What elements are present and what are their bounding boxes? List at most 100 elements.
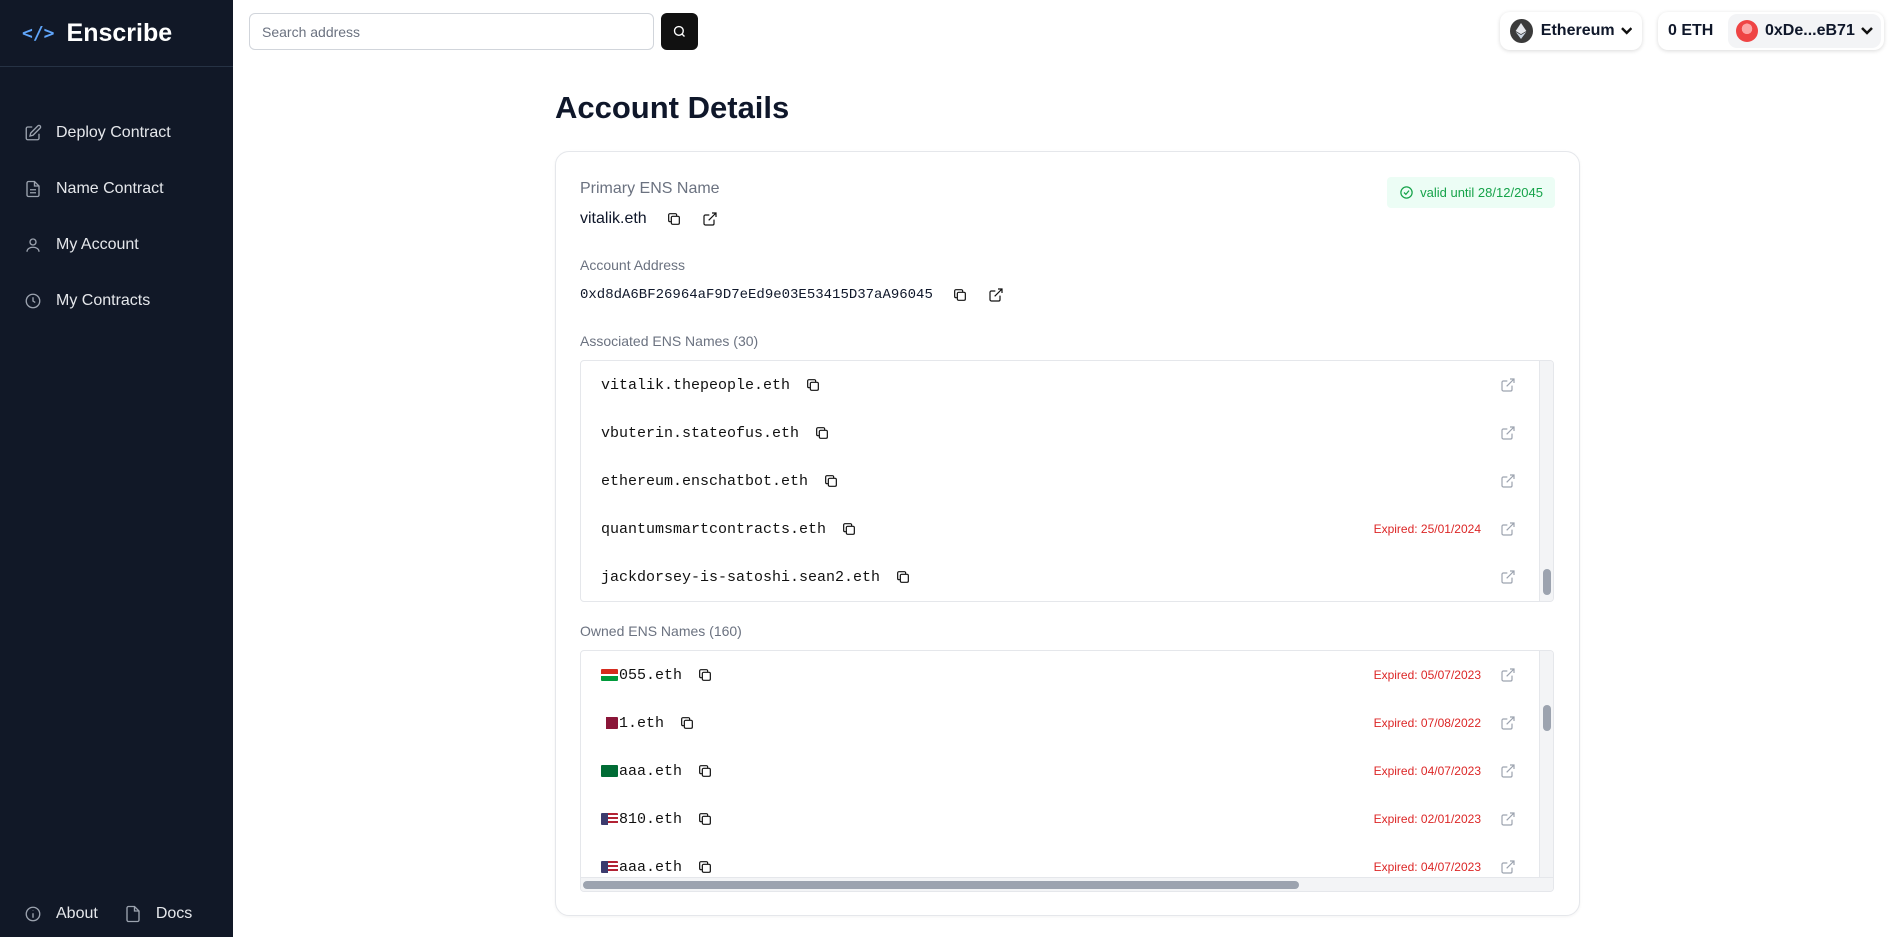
ens-name: quantumsmartcontracts.eth [601, 520, 827, 538]
check-circle-icon [1400, 186, 1413, 199]
primary-ens-name: vitalik.eth [580, 210, 647, 227]
external-link-icon[interactable] [1499, 568, 1517, 586]
sidebar-footer: About Docs [24, 905, 192, 923]
oman-flag-icon [601, 669, 618, 681]
document-icon [26, 180, 40, 198]
code-icon: </> [22, 22, 55, 44]
external-link-icon[interactable] [1499, 714, 1517, 732]
user-icon [26, 238, 40, 252]
external-link-icon[interactable] [1499, 858, 1517, 876]
wallet-widget[interactable]: 0 ETH 0xDe...eB71 [1658, 12, 1884, 50]
ens-name: jackdorsey-is-satoshi.sean2.eth [601, 568, 881, 586]
wallet-balance: 0 ETH [1668, 22, 1714, 39]
associated-ens-list[interactable]: vitalik.thepeople.eth vbuterin.stateofus… [580, 360, 1554, 602]
external-link-icon[interactable] [1499, 376, 1517, 394]
ethereum-icon [1510, 19, 1533, 43]
ens-name: 1.eth [619, 714, 665, 732]
about-label: About [56, 905, 98, 922]
list-item: vitalik.thepeople.eth [581, 361, 1553, 409]
wallet-address: 0xDe...eB71 [1765, 22, 1855, 39]
sidebar-nav: Deploy Contract Name Contract My Account… [0, 67, 233, 329]
search-icon [673, 25, 685, 37]
chevron-down-icon [1620, 27, 1632, 35]
about-link[interactable]: About [24, 905, 98, 923]
ens-name: aaa.eth [619, 762, 683, 780]
scrollbar-thumb[interactable] [1543, 705, 1551, 731]
copy-icon[interactable] [696, 762, 714, 780]
search-button[interactable] [661, 13, 698, 50]
usa-flag-icon [601, 813, 618, 825]
info-icon [25, 906, 41, 922]
scrollbar-thumb[interactable] [583, 881, 1299, 889]
saudi-flag-icon [601, 765, 618, 777]
copy-icon[interactable] [696, 858, 714, 876]
docs-link[interactable]: Docs [124, 905, 192, 923]
scrollbar-thumb[interactable] [1543, 569, 1551, 595]
expired-label: Expired: 25/01/2024 [1373, 522, 1481, 536]
sidebar-item-deploy-contract[interactable]: Deploy Contract [0, 105, 233, 161]
external-link-icon[interactable] [1499, 666, 1517, 684]
account-details-card: Primary ENS Name valid until 28/12/2045 … [555, 151, 1580, 916]
account-button[interactable]: 0xDe...eB71 [1728, 14, 1881, 48]
sidebar-item-name-contract[interactable]: Name Contract [0, 161, 233, 217]
external-link-icon[interactable] [701, 210, 719, 228]
edit-icon [25, 124, 42, 141]
app-name: Enscribe [66, 18, 173, 47]
sidebar: </> Enscribe Deploy Contract Name Contra… [0, 0, 233, 937]
external-link-icon[interactable] [1499, 762, 1517, 780]
list-item: 810.eth Expired: 02/01/2023 [581, 795, 1553, 843]
ens-name: 810.eth [619, 810, 683, 828]
copy-icon[interactable] [840, 520, 858, 538]
account-address-row: 0xd8dA6BF26964aF9D7eEd9e03E53415D37aA960… [580, 286, 1005, 304]
list-item: vbuterin.stateofus.eth [581, 409, 1553, 457]
copy-icon[interactable] [894, 568, 912, 586]
docs-label: Docs [155, 905, 193, 922]
expired-label: Expired: 04/07/2023 [1373, 764, 1481, 778]
ens-name: aaa.eth [619, 858, 683, 876]
brand[interactable]: </> Enscribe [0, 0, 233, 67]
list-item: jackdorsey-is-satoshi.sean2.eth [581, 553, 1553, 601]
network-selector[interactable]: Ethereum [1500, 12, 1642, 50]
external-link-icon[interactable] [1499, 424, 1517, 442]
external-link-icon[interactable] [1499, 810, 1517, 828]
associated-ens-label: Associated ENS Names (30) [580, 333, 759, 349]
vertical-scrollbar[interactable] [1539, 361, 1553, 601]
expired-label: Expired: 02/01/2023 [1373, 812, 1481, 826]
network-name: Ethereum [1540, 22, 1615, 39]
copy-icon[interactable] [696, 810, 714, 828]
ens-name: 055.eth [619, 666, 683, 684]
sidebar-item-label: My Account [56, 236, 139, 253]
sidebar-item-label: My Contracts [56, 292, 151, 309]
copy-icon[interactable] [822, 472, 840, 490]
copy-icon[interactable] [951, 286, 969, 304]
list-item: 055.eth Expired: 05/07/2023 [581, 651, 1553, 699]
list-item: ethereum.enschatbot.eth [581, 457, 1553, 505]
status-badge: valid until 28/12/2045 [1387, 177, 1555, 208]
expired-label: Expired: 04/07/2023 [1373, 860, 1481, 874]
external-link-icon[interactable] [987, 286, 1005, 304]
account-address: 0xd8dA6BF26964aF9D7eEd9e03E53415D37aA960… [580, 287, 933, 303]
expired-label: Expired: 07/08/2022 [1373, 716, 1481, 730]
ens-name: vbuterin.stateofus.eth [601, 424, 800, 442]
copy-icon[interactable] [804, 376, 822, 394]
chevron-down-icon [1860, 27, 1873, 35]
copy-icon[interactable] [813, 424, 831, 442]
sidebar-item-label: Deploy Contract [56, 124, 171, 141]
owned-ens-label: Owned ENS Names (160) [580, 623, 742, 639]
list-item: aaa.eth Expired: 04/07/2023 [581, 747, 1553, 795]
sidebar-item-my-account[interactable]: My Account [0, 217, 233, 273]
primary-ens-label: Primary ENS Name [580, 180, 720, 197]
external-link-icon[interactable] [1499, 472, 1517, 490]
owned-ens-list[interactable]: 055.eth Expired: 05/07/2023 1.eth Expire… [580, 650, 1554, 892]
horizontal-scrollbar[interactable] [581, 877, 1553, 891]
qatar-flag-icon [601, 717, 618, 729]
external-link-icon[interactable] [1499, 520, 1517, 538]
sidebar-item-my-contracts[interactable]: My Contracts [0, 273, 233, 329]
expired-label: Expired: 05/07/2023 [1373, 668, 1481, 682]
primary-ens-row: vitalik.eth [580, 210, 719, 228]
copy-icon[interactable] [696, 666, 714, 684]
copy-icon[interactable] [665, 210, 683, 228]
vertical-scrollbar[interactable] [1539, 651, 1553, 877]
search-input[interactable] [249, 13, 654, 50]
copy-icon[interactable] [678, 714, 696, 732]
